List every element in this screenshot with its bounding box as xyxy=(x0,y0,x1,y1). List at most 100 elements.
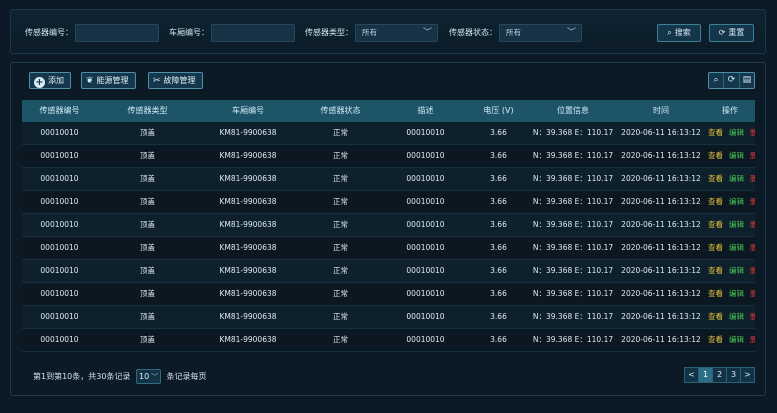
edit-link[interactable]: 编辑 xyxy=(729,312,744,321)
delete-link[interactable]: 删除 xyxy=(750,151,755,160)
page-button-2[interactable]: 2 xyxy=(712,367,727,383)
col-header-sensor-status: 传感器状态 xyxy=(320,106,361,115)
sensor-status-select[interactable]: 所有 ﹀ xyxy=(499,24,582,42)
cell-sensor-no: 00010010 xyxy=(40,335,79,344)
col-header-voltage: 电压 (V) xyxy=(483,106,514,115)
cell-car-no: KM81-9900638 xyxy=(219,243,277,252)
sensor-status-label: 传感器状态： xyxy=(449,28,497,37)
edit-link[interactable]: 编辑 xyxy=(729,128,744,137)
car-no-input[interactable] xyxy=(211,24,295,42)
view-link[interactable]: 查看 xyxy=(708,220,723,229)
cell-description: 00010010 xyxy=(406,312,445,321)
col-header-position: 位置信息 xyxy=(557,106,589,115)
edit-link[interactable]: 编辑 xyxy=(729,220,744,229)
edit-link[interactable]: 编辑 xyxy=(729,151,744,160)
delete-link[interactable]: 删除 xyxy=(750,128,755,137)
view-link[interactable]: 查看 xyxy=(708,312,723,321)
edit-link[interactable]: 编辑 xyxy=(729,243,744,252)
cell-status: 正常 xyxy=(333,266,348,275)
cell-position: N：39.368 E：110.17 xyxy=(532,220,614,229)
page-size-select[interactable]: 10 ﹀ xyxy=(136,369,161,384)
delete-link[interactable]: 删除 xyxy=(750,220,755,229)
view-link[interactable]: 查看 xyxy=(708,151,723,160)
export-icon[interactable]: ▤ xyxy=(740,73,754,88)
view-link[interactable]: 查看 xyxy=(708,174,723,183)
view-link[interactable]: 查看 xyxy=(708,128,723,137)
edit-link[interactable]: 编辑 xyxy=(729,289,744,298)
cell-status: 正常 xyxy=(333,128,348,137)
add-button[interactable]: + 添加 xyxy=(29,72,71,89)
cell-time: 2020-06-11 16:13:12 xyxy=(621,174,701,183)
cell-car-no: KM81-9900638 xyxy=(219,197,277,206)
pager-per-page-label: 条记录每页 xyxy=(166,372,207,381)
cell-sensor-type: 顶盖 xyxy=(140,128,155,137)
sensor-no-label: 传感器编号： xyxy=(25,28,73,37)
table-row: 00010010 顶盖 KM81-9900638 正常 00010010 3.6… xyxy=(22,122,755,145)
refresh-icon[interactable]: ⟳ xyxy=(724,73,740,88)
table-row: 00010010 顶盖 KM81-9900638 正常 00010010 3.6… xyxy=(22,145,755,168)
page-button-1[interactable]: 1 xyxy=(698,367,713,383)
edit-link[interactable]: 编辑 xyxy=(729,266,744,275)
delete-link[interactable]: 删除 xyxy=(750,335,755,344)
cell-status: 正常 xyxy=(333,220,348,229)
cell-sensor-no: 00010010 xyxy=(40,312,79,321)
table-row: 00010010 顶盖 KM81-9900638 正常 00010010 3.6… xyxy=(22,283,755,306)
leaf-icon: ❦ xyxy=(86,76,94,86)
cell-actions: 查看编辑删除 xyxy=(705,260,755,282)
cell-sensor-type: 顶盖 xyxy=(140,197,155,206)
cell-voltage: 3.66 xyxy=(490,220,507,229)
reset-button[interactable]: ⟳ 重置 xyxy=(709,24,754,42)
delete-link[interactable]: 删除 xyxy=(750,266,755,275)
edit-link[interactable]: 编辑 xyxy=(729,174,744,183)
cell-car-no: KM81-9900638 xyxy=(219,335,277,344)
col-header-actions: 操作 xyxy=(722,106,738,115)
cell-position: N：39.368 E：110.17 xyxy=(532,289,614,298)
cell-sensor-no: 00010010 xyxy=(40,128,79,137)
table-row: 00010010 顶盖 KM81-9900638 正常 00010010 3.6… xyxy=(22,329,755,352)
search-icon[interactable]: ⌕ xyxy=(709,73,725,88)
col-header-time: 时间 xyxy=(653,106,669,115)
view-link[interactable]: 查看 xyxy=(708,266,723,275)
cell-description: 00010010 xyxy=(406,289,445,298)
col-header-description: 描述 xyxy=(417,106,434,115)
col-header-car-no: 车厢编号 xyxy=(232,106,264,115)
delete-link[interactable]: 删除 xyxy=(750,197,755,206)
edit-link[interactable]: 编辑 xyxy=(729,197,744,206)
prev-page-button[interactable]: < xyxy=(684,367,699,383)
cell-status: 正常 xyxy=(333,174,348,183)
table-tools: ⌕ ⟳ ▤ xyxy=(708,72,755,89)
page-button-3[interactable]: 3 xyxy=(726,367,741,383)
cell-position: N：39.368 E：110.17 xyxy=(532,174,614,183)
edit-link[interactable]: 编辑 xyxy=(729,335,744,344)
cell-actions: 查看编辑删除 xyxy=(705,237,755,259)
cell-time: 2020-06-11 16:13:12 xyxy=(621,289,701,298)
delete-link[interactable]: 删除 xyxy=(750,174,755,183)
col-header-sensor-no: 传感器编号 xyxy=(39,106,80,115)
next-page-button[interactable]: > xyxy=(740,367,755,383)
delete-link[interactable]: 删除 xyxy=(750,243,755,252)
view-link[interactable]: 查看 xyxy=(708,197,723,206)
cell-description: 00010010 xyxy=(406,197,445,206)
fault-management-button[interactable]: ✂ 故障管理 xyxy=(148,72,203,89)
delete-link[interactable]: 删除 xyxy=(750,312,755,321)
cell-position: N：39.368 E：110.17 xyxy=(532,197,614,206)
view-link[interactable]: 查看 xyxy=(708,243,723,252)
cell-description: 00010010 xyxy=(406,335,445,344)
delete-link[interactable]: 删除 xyxy=(750,289,755,298)
chevron-down-icon: ﹀ xyxy=(422,28,432,38)
cell-sensor-no: 00010010 xyxy=(40,266,79,275)
sensor-type-select[interactable]: 所有 ﹀ xyxy=(355,24,438,42)
cell-car-no: KM81-9900638 xyxy=(219,174,277,183)
cell-sensor-type: 顶盖 xyxy=(140,174,155,183)
sensor-type-value: 所有 xyxy=(362,28,377,37)
search-button[interactable]: ⌕ 搜索 xyxy=(657,24,701,42)
sensor-no-input[interactable] xyxy=(75,24,159,42)
chevron-down-icon: ﹀ xyxy=(151,373,159,381)
view-link[interactable]: 查看 xyxy=(708,289,723,298)
cell-actions: 查看编辑删除 xyxy=(705,214,755,236)
energy-management-button[interactable]: ❦ 能源管理 xyxy=(81,72,136,89)
pagination: < 1 2 3 > xyxy=(684,367,755,383)
view-link[interactable]: 查看 xyxy=(708,335,723,344)
cell-actions: 查看编辑删除 xyxy=(705,168,755,190)
cell-voltage: 3.66 xyxy=(490,335,507,344)
